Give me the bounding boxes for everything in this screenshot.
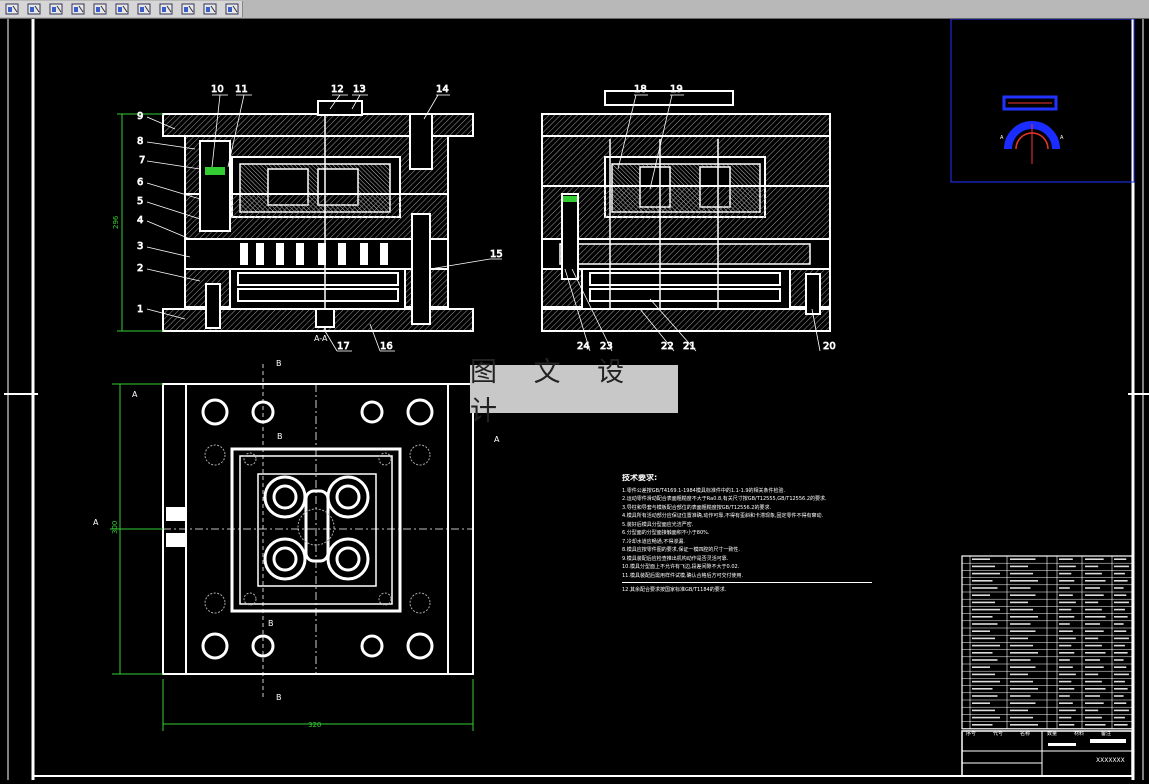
balloon-11: 11	[235, 84, 248, 95]
note-line: 10.模具分型面上不允许有飞边,段差间隙不大于0.02.	[622, 564, 740, 570]
grid-icon[interactable]	[68, 2, 89, 16]
section-b-lower: B	[268, 619, 274, 628]
watermark-stamp: 图 文 设 计	[470, 357, 678, 427]
svg-text:A: A	[1060, 135, 1064, 141]
insert-icon[interactable]	[112, 2, 133, 16]
section-b-top: B	[276, 359, 282, 368]
mini-part-preview: A A	[1000, 95, 1064, 164]
note-line: 2.运动零件滑动配合表面粗糙度不大于Ra0.8,有关尺寸按GB/T12555,G…	[622, 496, 827, 502]
balloon-17: 17	[337, 341, 350, 352]
balloon-8: 8	[137, 136, 143, 147]
balloon-5: 5	[137, 196, 143, 207]
table-icon[interactable]	[133, 2, 154, 16]
notes-title: 技术要求:	[622, 474, 658, 482]
balloon-12: 12	[331, 84, 344, 95]
note-line: 1.零件公差按GB/T4169.1-1984模具标准件中的1.1-1.9的相关条…	[622, 487, 786, 494]
dim-plan-height: 300	[111, 521, 119, 534]
layer-icon[interactable]	[24, 2, 45, 16]
balloon-3: 3	[137, 241, 143, 252]
balloon-10: 10	[211, 84, 224, 95]
mini-viewport[interactable]: A A	[950, 18, 1135, 183]
section-a-left: A	[132, 390, 138, 399]
balloon-7: 7	[139, 155, 145, 166]
text-icon[interactable]	[221, 2, 242, 16]
note-line: 6.分型面的分型面接触面积不小于80%.	[622, 530, 710, 536]
note-line: 11.模具装配后需用样件试模,确认合格后方可交付使用.	[622, 572, 744, 579]
section-a-marker: A	[93, 518, 99, 527]
balloon-19: 19	[670, 84, 683, 95]
section-b-mid: B	[277, 432, 283, 441]
svg-text:A: A	[1000, 135, 1004, 141]
balloon-2: 2	[137, 263, 143, 274]
watermark-text: 图 文 设 计	[470, 357, 639, 427]
dim-height: 296	[112, 215, 120, 229]
note-line: 12.其余配合要求按国家标准GB/T1184的要求.	[622, 587, 727, 593]
align-icon[interactable]	[46, 2, 67, 16]
section-view-bb	[541, 90, 831, 332]
drawing-number: XXXXXXX	[1096, 757, 1125, 764]
cad-toolbar	[0, 0, 1149, 19]
dim-width: 320	[308, 721, 321, 729]
balloon-9: 9	[137, 111, 143, 122]
balloon-14: 14	[436, 84, 449, 95]
dimension-icon[interactable]	[199, 2, 220, 16]
title-block: XXXXXXX	[961, 730, 1133, 777]
balloon-1: 1	[137, 304, 143, 315]
note-line: 7.冷却水道应畅通,不得渗漏.	[622, 538, 685, 545]
properties-icon[interactable]	[155, 2, 176, 16]
balloon-21: 21	[683, 341, 696, 352]
note-line: 5.装好后模具分型面应光洁严密.	[622, 521, 694, 528]
block-icon[interactable]	[90, 2, 111, 16]
plan-view: 320 300 B B A A A B B	[93, 359, 500, 731]
balloon-13: 13	[353, 84, 366, 95]
technical-notes: 技术要求: 1.零件公差按GB/T4169.1-1984模具标准件中的1.1-1…	[622, 474, 922, 595]
balloon-4: 4	[137, 215, 143, 226]
section-label: A-A	[314, 334, 328, 343]
balloon-20: 20	[823, 341, 836, 352]
note-line: 9.模具装配后应检查推出机构动作是否灵活可靠.	[622, 555, 729, 562]
section-a-right: A	[494, 435, 500, 444]
balloon-16: 16	[380, 341, 393, 352]
note-line: 3.导柱和导套与模板配合部位的表面粗糙度按GB/T12556.2的要求.	[622, 504, 772, 511]
snap-icon[interactable]	[177, 2, 198, 16]
section-b-bottom: B	[276, 693, 282, 702]
balloon-6: 6	[137, 177, 143, 188]
note-line: 8.模具应按零件图的要求,保证一模四腔的尺寸一致性.	[622, 547, 740, 553]
draw-icon[interactable]	[2, 2, 23, 16]
balloon-18: 18	[634, 84, 647, 95]
section-view-aa: 296 A-A	[112, 100, 474, 343]
note-line: 4.模具所有活动部分应保证位置准确,动作可靠,不得有歪斜和卡滞现象,固定零件不得…	[622, 513, 824, 519]
bom-table: 序号 代号 名称 数量 材料 备注	[961, 555, 1133, 737]
balloon-15: 15	[490, 249, 503, 260]
toolbar-button-strip	[0, 1, 243, 17]
